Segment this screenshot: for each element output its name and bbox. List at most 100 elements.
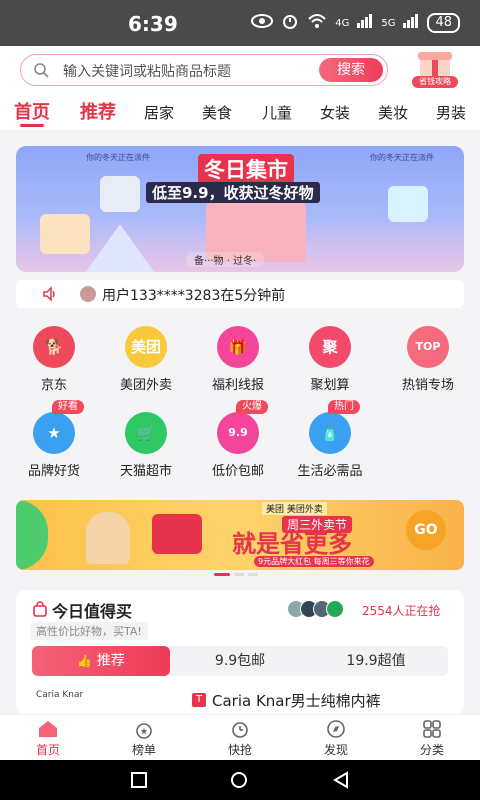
hero-subtitle: 低至9.9，收获过冬好物 (146, 182, 320, 203)
tab-beauty[interactable]: 美妆 (378, 102, 408, 123)
tab-womens[interactable]: 女装 (320, 102, 350, 123)
daily-tab-199[interactable]: 19.9超值 (316, 646, 436, 676)
search-icon (33, 62, 49, 78)
hero-footer: 备···物 · 过冬· (186, 252, 265, 267)
daily-title: 今日值得买 (52, 602, 133, 621)
medal-icon (136, 723, 152, 739)
savings-guide-label: 省钱攻略 (412, 76, 458, 88)
meituan-icon: 美团 (125, 326, 167, 368)
shortcut-label: 福利线报 (211, 378, 264, 393)
product-title[interactable]: Caria Knar男士纯棉内裤 (212, 690, 381, 711)
daily-tab-label: 推荐 (96, 653, 125, 669)
promo-headline: 就是省更多 (232, 530, 352, 558)
recent-apps-icon[interactable] (130, 771, 148, 789)
shortcut-star[interactable]: ★ 品牌好货 好看 (12, 400, 96, 492)
alarm-clock-icon (232, 722, 248, 738)
star-icon: ★ (33, 412, 75, 454)
battery-indicator: 48 (427, 13, 460, 33)
shortcut-bottle[interactable]: 🧴 生活必需品 热门 (288, 400, 372, 492)
daily-tab-recommend[interactable]: 👍 推荐 (32, 646, 170, 676)
shortcut-label: 品牌好货 (27, 464, 80, 479)
bottom-nav: 首页 榜单 快抢 发现 分类 (0, 714, 480, 760)
status-time: 6:39 (128, 12, 178, 36)
signal-5g-icon: 5G (381, 17, 396, 29)
nav-label: 榜单 (131, 743, 156, 757)
home-button-icon[interactable] (230, 771, 248, 789)
promo-fine-print: 9元品牌大红包 每周三等你来花 (254, 556, 374, 567)
shortcut-top[interactable]: TOP 热销专场 (386, 326, 470, 406)
hero-ribbon-left: 你的冬天正在派件 (86, 153, 150, 162)
thumb-up-icon: 👍 (77, 654, 93, 668)
buyers-count: 2554人正在抢 (362, 604, 441, 618)
promo-banner[interactable]: 美团 美团外卖 周三外卖节 就是省更多 9元品牌大红包 每周三等你来花 GO (16, 500, 464, 570)
bottle-icon: 🧴 (309, 412, 351, 454)
shortcut-meituan[interactable]: 美团 美团外卖 (104, 326, 188, 406)
hero-banner[interactable]: 你的冬天正在派件 你的冬天正在派件 冬日集市 低至9.9，收获过冬好物 备···… (16, 146, 464, 272)
snow-mountain-illustration (86, 224, 154, 272)
top-icon: TOP (407, 326, 449, 368)
nav-flash[interactable]: 快抢 (192, 719, 288, 758)
shortcut-jd-dog[interactable]: 🐕 京东 (12, 326, 96, 406)
promo-go-button[interactable]: GO (406, 510, 446, 550)
mascot-illustration (86, 512, 130, 564)
compass-icon (327, 720, 345, 738)
hero-title: 冬日集市 (198, 154, 294, 184)
shortcut-label: 低价包邮 (211, 464, 264, 479)
avatar (326, 600, 344, 618)
shortcut-gift[interactable]: 🎁 福利线报 (196, 326, 280, 406)
juhuasuan-icon: 聚 (309, 326, 351, 368)
daily-subtitle: 高性价比好物，买TA! (30, 622, 148, 640)
status-bar: 6:39 4G 5G 48 (0, 0, 480, 46)
status-badge: 热门 (328, 400, 360, 414)
prev-banner-peek (16, 500, 48, 570)
shortcut-price-99[interactable]: 9.9 低价包邮 火爆 (196, 400, 280, 492)
tab-mens[interactable]: 男装 (436, 102, 466, 123)
carousel-dot-active (214, 573, 230, 576)
jd-dog-icon: 🐕 (33, 326, 75, 368)
signal-bars-icon (357, 14, 373, 32)
carousel-dot (234, 573, 244, 576)
status-icons: 4G 5G 48 (251, 12, 460, 34)
nav-label: 首页 (35, 743, 60, 757)
product-jar-illustration (100, 176, 140, 212)
daily-tabs: 👍 推荐 9.9包邮 19.9超值 (32, 646, 448, 676)
nav-label: 快抢 (227, 743, 252, 757)
shortcut-label: 美团外卖 (119, 378, 172, 393)
nav-discover[interactable]: 发现 (288, 719, 384, 758)
tab-home[interactable]: 首页 (14, 98, 50, 124)
shortcut-label: 生活必需品 (297, 464, 363, 479)
carousel-dots (214, 573, 258, 576)
back-icon[interactable] (332, 771, 350, 789)
daily-deals-card: 今日值得买 高性价比好物，买TA! 2554人正在抢 👍 推荐 9.9包邮 19… (16, 590, 464, 714)
tab-recommend[interactable]: 推荐 (80, 98, 116, 124)
red-envelope-illustration (152, 514, 202, 554)
shortcut-juhuasuan[interactable]: 聚聚划算 (288, 326, 372, 406)
search-button[interactable]: 搜索 (319, 58, 383, 82)
shortcut-label: 天猫超市 (119, 464, 172, 479)
nav-label: 发现 (323, 743, 348, 757)
tmall-cart-icon: 🛒 (125, 412, 167, 454)
category-tabs: 首页 推荐 居家 美食 儿童 女装 美妆 男装 (0, 98, 480, 128)
savings-guide-button[interactable]: 省钱攻略 (412, 50, 458, 88)
shortcut-label: 聚划算 (310, 378, 350, 393)
grid-icon (423, 720, 441, 738)
buyer-avatars (287, 600, 344, 618)
signal-bars-2-icon (403, 14, 419, 32)
nav-category[interactable]: 分类 (384, 719, 480, 758)
nav-ranking[interactable]: 榜单 (96, 719, 192, 758)
tab-food[interactable]: 美食 (202, 102, 232, 123)
tab-home-living[interactable]: 居家 (144, 102, 174, 123)
app-header: 输入关键词或粘贴商品标题 搜索 省钱攻略 首页 推荐 居家 美食 儿童 女装 美… (0, 46, 480, 130)
nav-home[interactable]: 首页 (0, 719, 96, 758)
shortcut-tmall-cart[interactable]: 🛒 天猫超市 (104, 412, 188, 492)
signal-4g-icon: 4G (335, 17, 350, 29)
status-badge: 好看 (52, 400, 84, 414)
promo-brand: 美团 美团外卖 (262, 502, 327, 515)
daily-tab-99[interactable]: 9.9包邮 (180, 646, 300, 676)
speaker-icon (42, 286, 58, 302)
tab-kids[interactable]: 儿童 (262, 102, 292, 123)
product-bag-illustration (388, 186, 428, 222)
search-input[interactable]: 输入关键词或粘贴商品标题 搜索 (20, 54, 388, 86)
home-icon (39, 721, 57, 737)
product-thumbnail-brand: Caria Knar (36, 690, 84, 700)
